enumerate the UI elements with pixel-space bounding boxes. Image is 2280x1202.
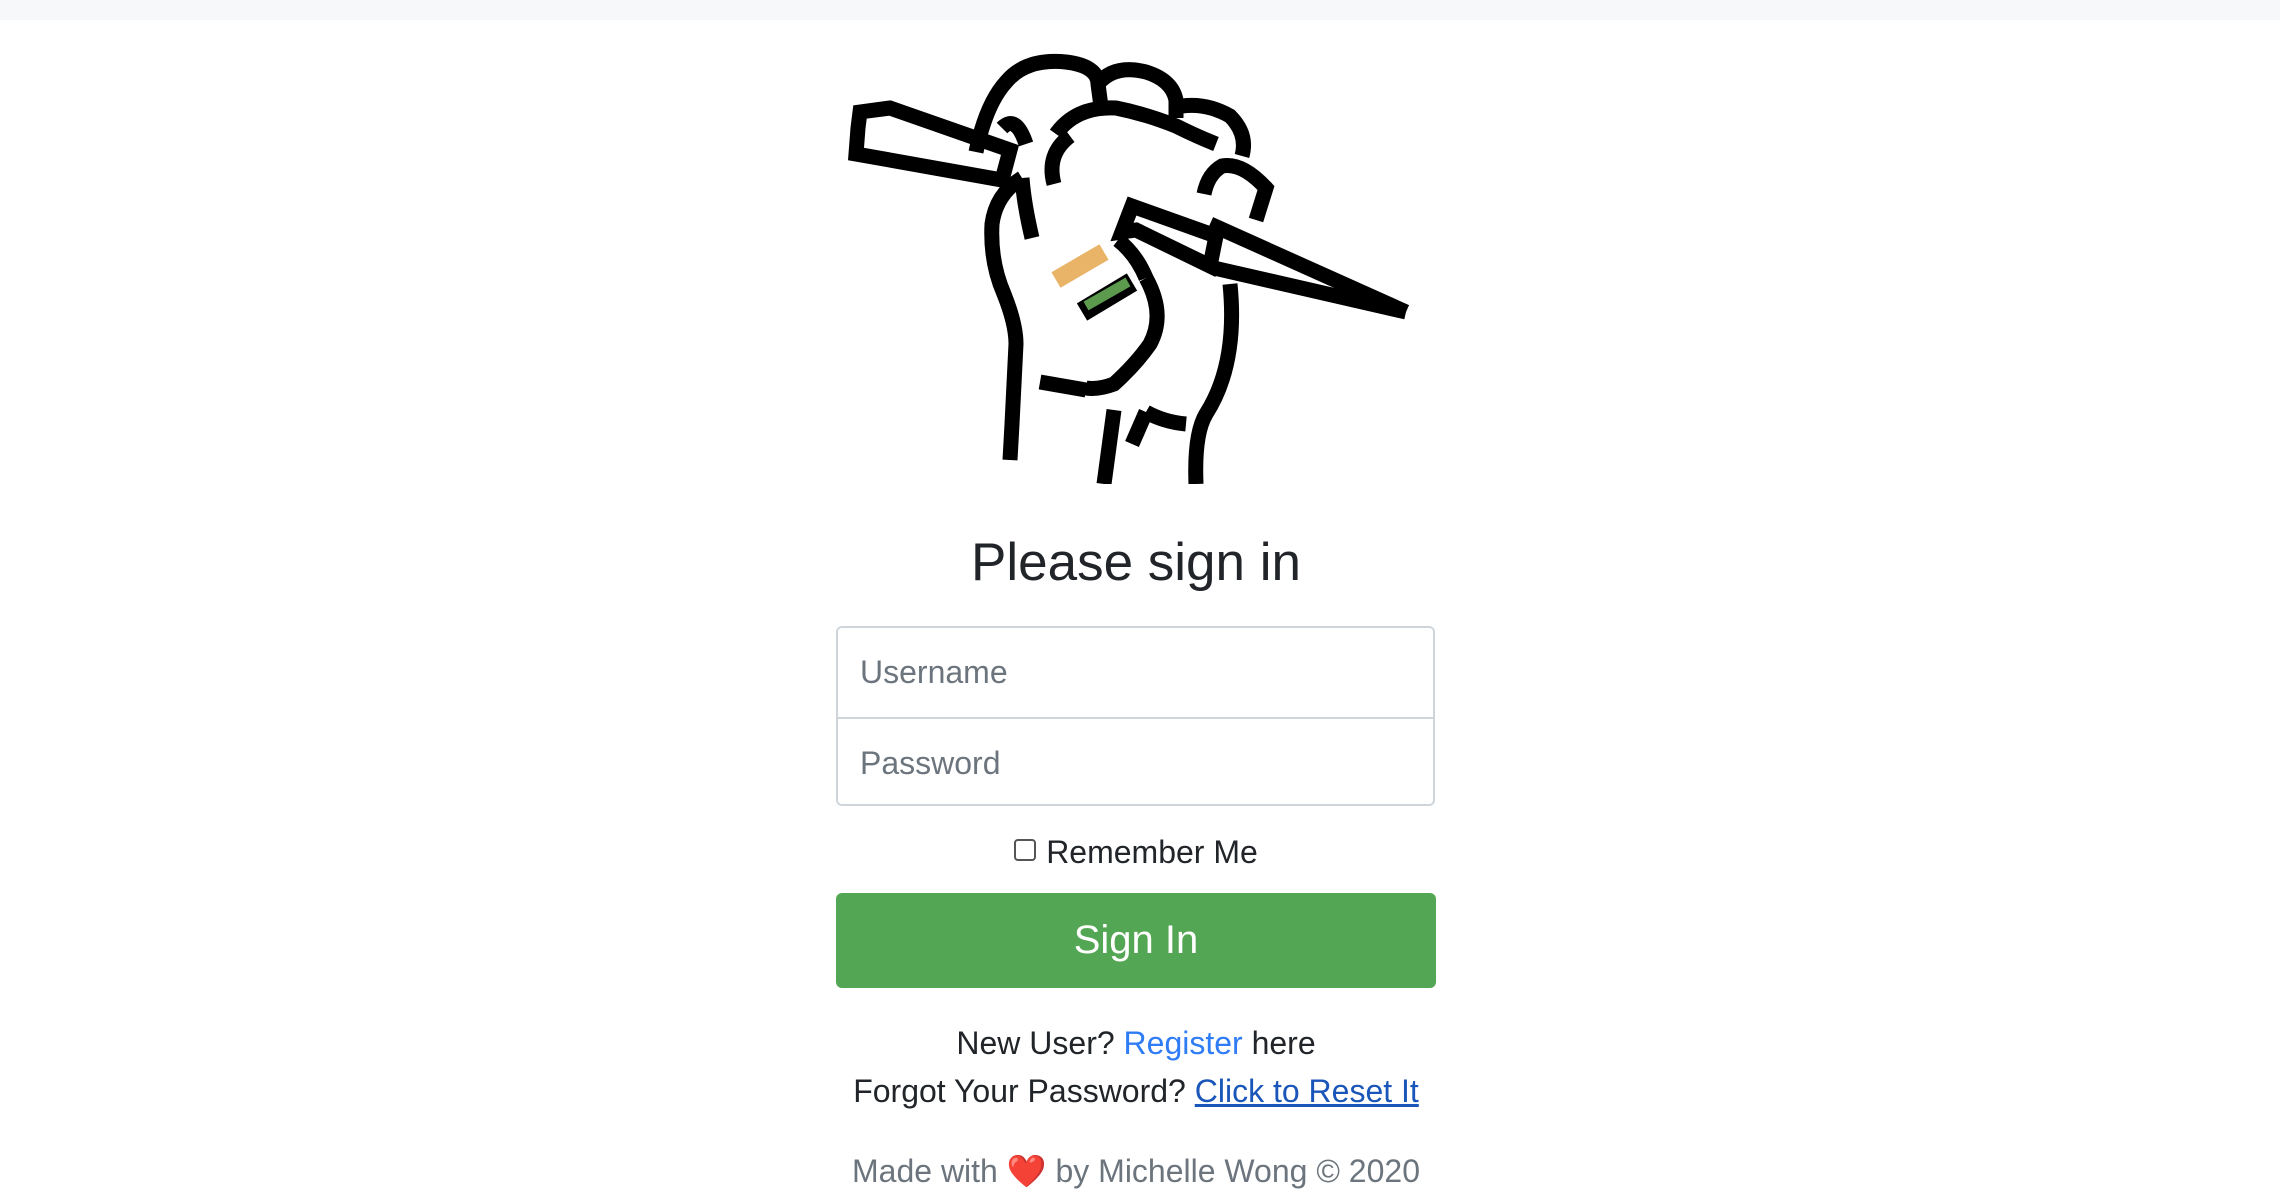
footer-made-with: Made with	[852, 1153, 998, 1189]
page-title: Please sign in	[971, 533, 1301, 592]
remember-me-label: Remember Me	[1046, 833, 1258, 870]
reset-password-link[interactable]: Click to Reset It	[1195, 1073, 1419, 1109]
sign-in-button[interactable]: Sign In	[836, 893, 1436, 988]
username-input[interactable]	[838, 628, 1433, 717]
sign-in-label: Sign In	[1073, 918, 1199, 962]
forgot-password-prompt: Forgot Your Password? Click to Reset It	[0, 1069, 2272, 1113]
forgot-password-text: Forgot Your Password?	[853, 1073, 1186, 1109]
password-input[interactable]	[838, 719, 1433, 804]
register-prompt: New User? Register here	[0, 1021, 2272, 1065]
top-bar	[0, 0, 2280, 20]
login-form	[836, 626, 1435, 806]
new-user-text: New User?	[956, 1025, 1115, 1061]
remember-me[interactable]: Remember Me	[0, 830, 2272, 874]
footer-credit: by Michelle Wong © 2020	[1055, 1153, 1420, 1189]
remember-me-checkbox[interactable]	[1014, 839, 1037, 861]
new-user-suffix: here	[1251, 1025, 1316, 1061]
heart-icon: ❤️	[1006, 1153, 1047, 1189]
register-link[interactable]: Register	[1124, 1025, 1243, 1061]
fist-holding-pen-logo	[848, 53, 1410, 484]
footer: Made with ❤️ by Michelle Wong © 2020	[0, 1149, 2272, 1193]
